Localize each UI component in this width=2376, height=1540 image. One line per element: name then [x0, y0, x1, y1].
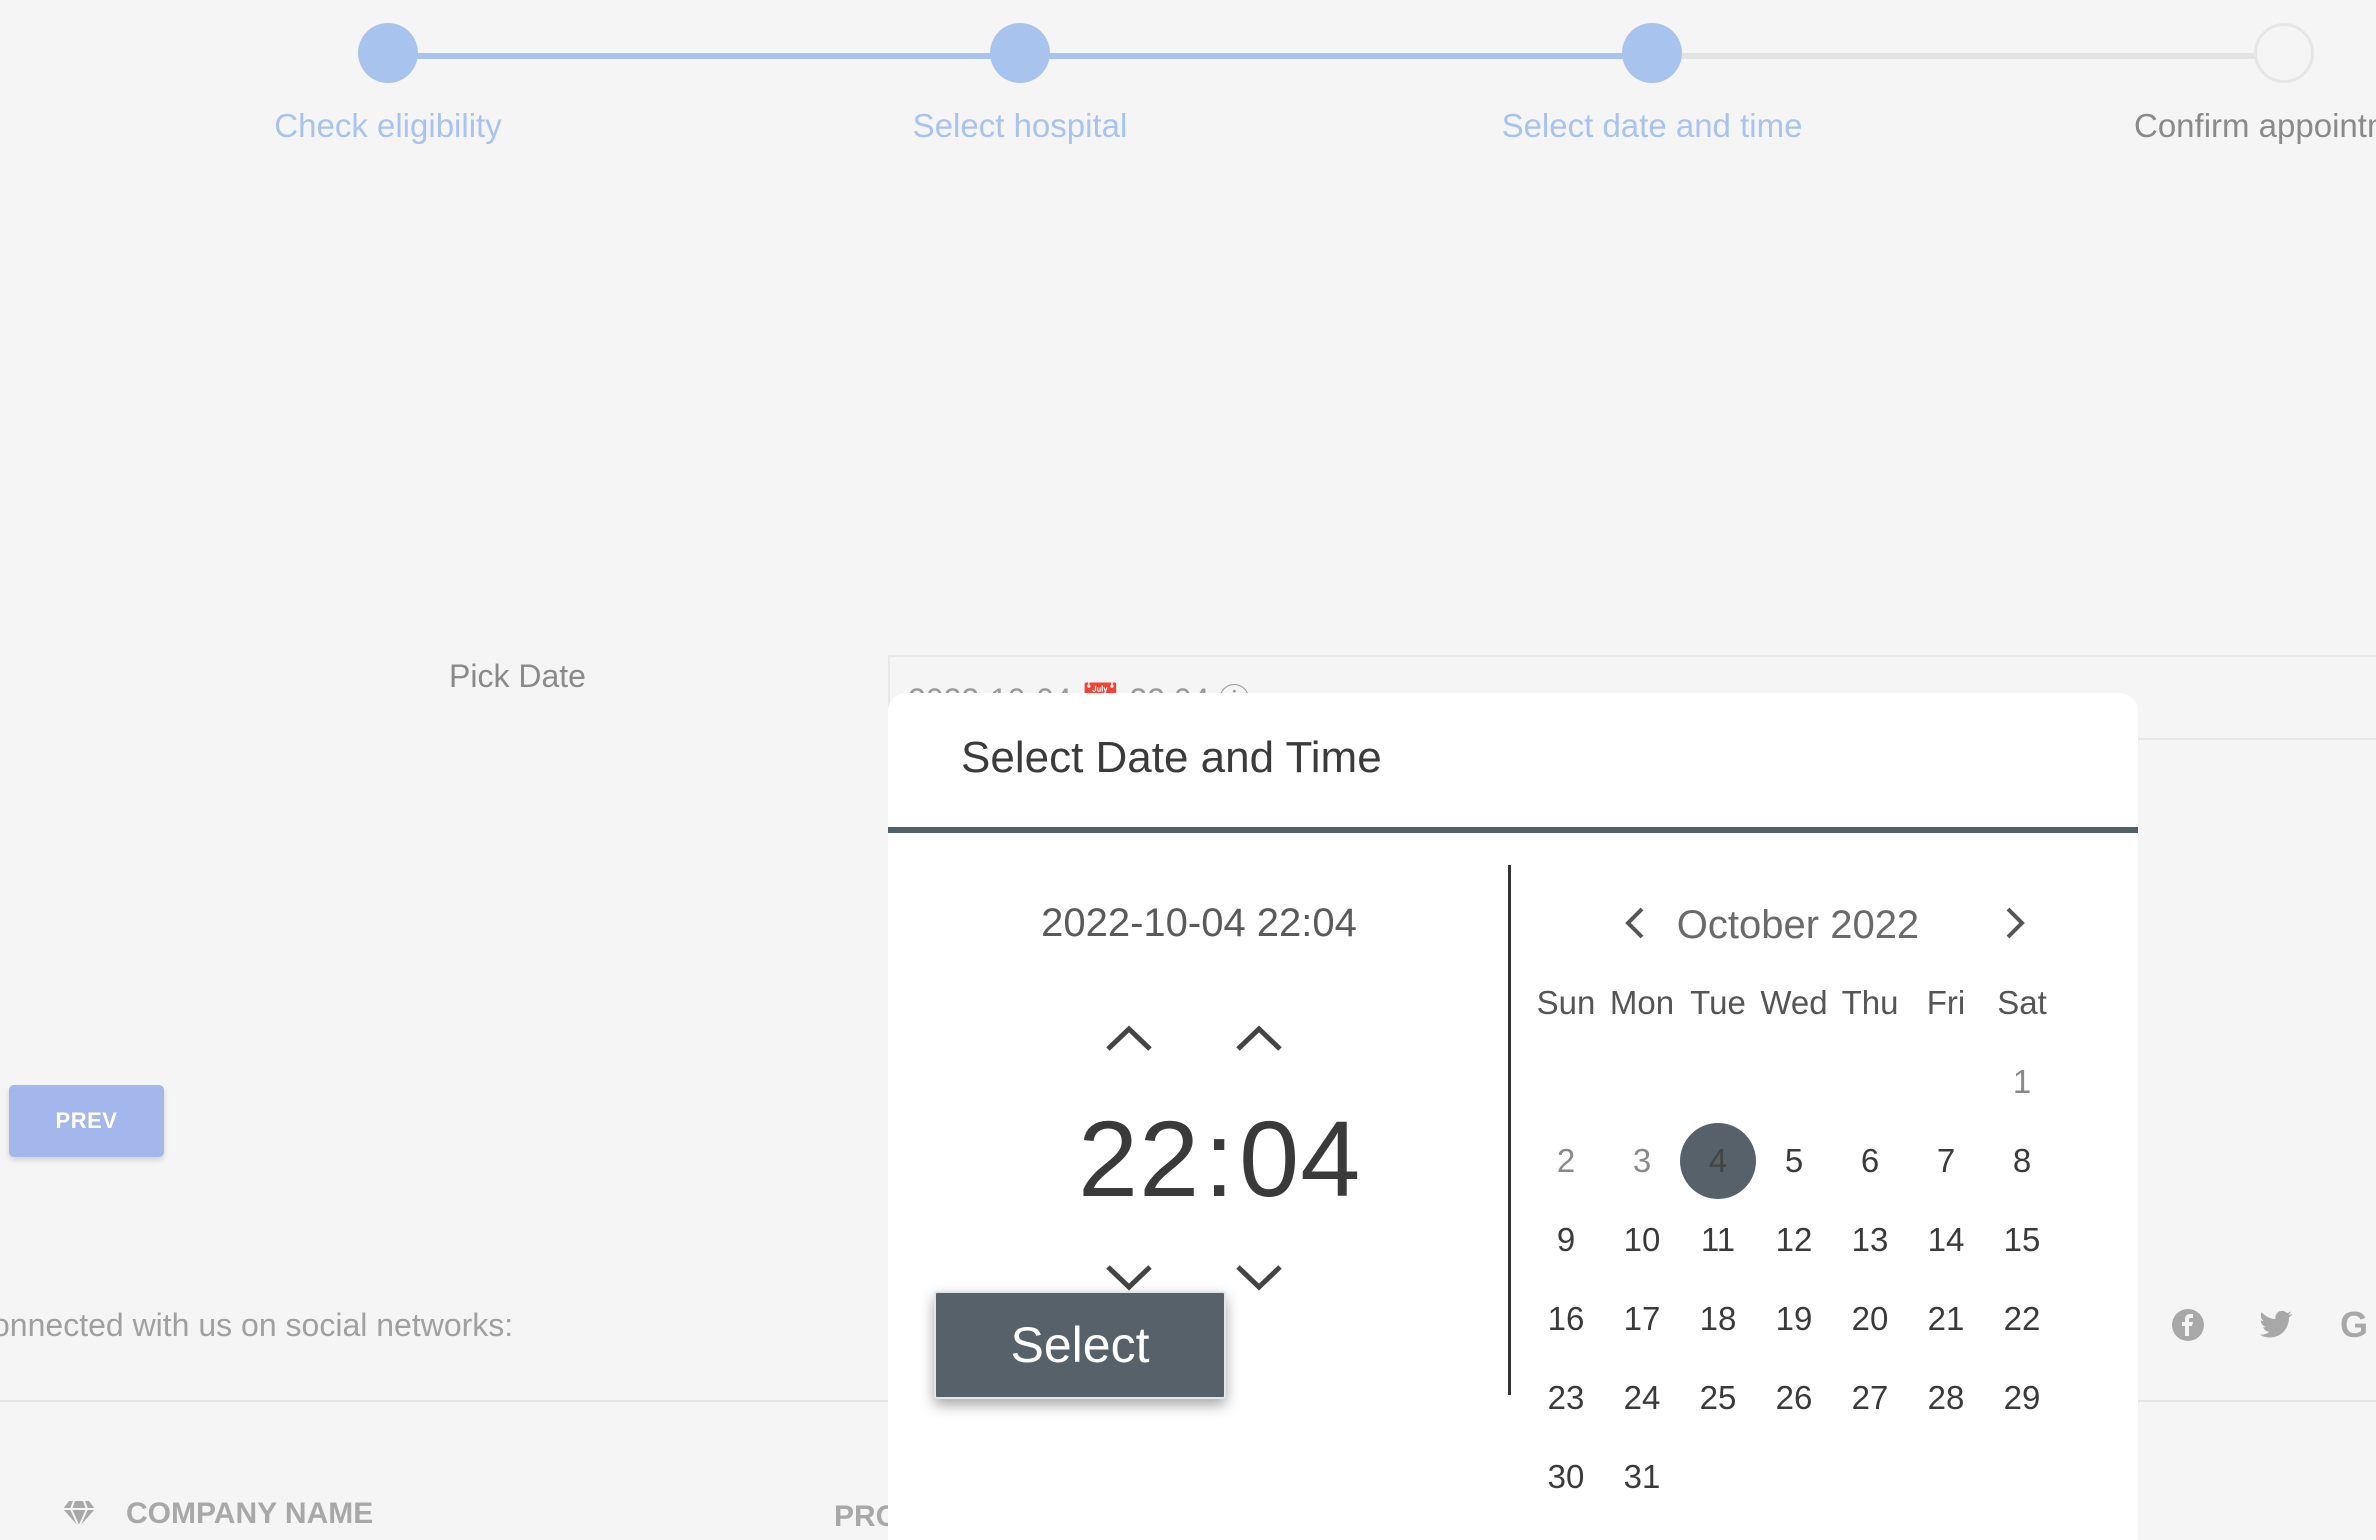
calendar-blank: [1908, 1042, 1984, 1121]
weekday-header: Sun: [1536, 983, 1596, 1021]
chevron-left-icon: [1625, 907, 1644, 939]
next-month-button[interactable]: [1996, 903, 2036, 943]
calendar-day[interactable]: 8: [1984, 1121, 2060, 1200]
time-display: 22 : 04: [1078, 1096, 1361, 1221]
calendar-day[interactable]: 27: [1832, 1358, 1908, 1437]
calendar-day[interactable]: 20: [1832, 1279, 1908, 1358]
calendar-blank: [1604, 1042, 1680, 1121]
weekday-header: Wed: [1760, 983, 1828, 1021]
modal-header-rule: [888, 827, 2138, 833]
step-connector-1: [388, 53, 1020, 59]
step-dot-confirm-appointment[interactable]: [2254, 23, 2314, 83]
selected-day-label: 4: [1680, 1122, 1756, 1199]
minute-down-button[interactable]: [1232, 1258, 1286, 1298]
minute-up-button[interactable]: [1232, 1018, 1286, 1058]
time-separator: :: [1204, 1098, 1236, 1219]
chevron-up-icon: [1236, 1025, 1282, 1051]
page: Check eligibility Select hospital Select…: [0, 0, 2376, 1540]
calendar-day[interactable]: 24: [1604, 1358, 1680, 1437]
current-datetime: 2022-10-04 22:04: [1041, 901, 1357, 945]
calendar-day[interactable]: 18: [1680, 1279, 1756, 1358]
twitter-icon[interactable]: [2256, 1305, 2296, 1345]
weekday-header: Thu: [1841, 983, 1899, 1021]
weekday-header: Tue: [1690, 983, 1746, 1021]
minute-value[interactable]: 04: [1239, 1096, 1361, 1221]
modal-title: Select Date and Time: [961, 733, 1382, 782]
calendar-day[interactable]: 31: [1604, 1437, 1680, 1516]
calendar-day-selected[interactable]: 4: [1680, 1121, 1756, 1200]
calendar-day[interactable]: 17: [1604, 1279, 1680, 1358]
step-label-select-date-time[interactable]: Select date and time: [1502, 107, 1803, 145]
step-dot-select-hospital[interactable]: [990, 23, 1050, 83]
pick-date-label: Pick Date: [449, 658, 586, 694]
calendar-day[interactable]: 14: [1908, 1200, 1984, 1279]
facebook-icon[interactable]: [2168, 1305, 2208, 1345]
calendar-day[interactable]: 1: [1984, 1042, 2060, 1121]
step-connector-3: [1652, 53, 2284, 59]
calendar-day[interactable]: 25: [1680, 1358, 1756, 1437]
calendar-blank: [1528, 1042, 1604, 1121]
calendar-day[interactable]: 3: [1604, 1121, 1680, 1200]
chevron-up-icon: [1106, 1025, 1152, 1051]
calendar-month-label: October 2022: [1676, 903, 1920, 947]
step-dot-select-date-time[interactable]: [1622, 23, 1682, 83]
calendar-day[interactable]: 30: [1528, 1437, 1604, 1516]
weekday-header: Fri: [1926, 983, 1966, 1021]
chevron-down-icon: [1236, 1265, 1282, 1291]
calendar-day[interactable]: 29: [1984, 1358, 2060, 1437]
calendar-blank: [1832, 1042, 1908, 1121]
calendar-day[interactable]: 23: [1528, 1358, 1604, 1437]
calendar-day[interactable]: 28: [1908, 1358, 1984, 1437]
company-name: COMPANY NAME: [126, 1497, 374, 1530]
calendar-day[interactable]: 12: [1756, 1200, 1832, 1279]
calendar-day[interactable]: 19: [1756, 1279, 1832, 1358]
hour-value[interactable]: 22: [1078, 1096, 1200, 1221]
calendar-day[interactable]: 13: [1832, 1200, 1908, 1279]
calendar-day[interactable]: 16: [1528, 1279, 1604, 1358]
calendar-day[interactable]: 15: [1984, 1200, 2060, 1279]
calendar-day[interactable]: 7: [1908, 1121, 1984, 1200]
weekday-header: Mon: [1609, 983, 1675, 1021]
calendar-day[interactable]: 22: [1984, 1279, 2060, 1358]
calendar-day[interactable]: 21: [1908, 1279, 1984, 1358]
chevron-down-icon: [1106, 1265, 1152, 1291]
prev-button[interactable]: PREV: [9, 1085, 164, 1157]
step-connector-2: [1020, 53, 1652, 59]
google-icon[interactable]: G: [2340, 1304, 2376, 1345]
step-dot-check-eligibility[interactable]: [358, 23, 418, 83]
step-label-check-eligibility[interactable]: Check eligibility: [274, 107, 501, 145]
modal-vertical-separator: [1508, 865, 1511, 1395]
chevron-right-icon: [2006, 907, 2025, 939]
company-block: COMPANY NAME: [62, 1497, 373, 1531]
calendar-day[interactable]: 10: [1604, 1200, 1680, 1279]
calendar-blank: [1756, 1042, 1832, 1121]
step-label-confirm-appointment[interactable]: Confirm appointm: [2134, 107, 2376, 145]
calendar-day[interactable]: 11: [1680, 1200, 1756, 1279]
hour-up-button[interactable]: [1102, 1018, 1156, 1058]
step-label-select-hospital[interactable]: Select hospital: [913, 107, 1128, 145]
weekday-header: Sat: [1997, 983, 2047, 1021]
gem-icon: [63, 1500, 95, 1529]
calendar-day[interactable]: 2: [1528, 1121, 1604, 1200]
select-button[interactable]: Select: [934, 1291, 1226, 1399]
social-networks-text: onnected with us on social networks:: [0, 1307, 514, 1343]
calendar-day[interactable]: 26: [1756, 1358, 1832, 1437]
calendar-blank: [1680, 1042, 1756, 1121]
calendar-day[interactable]: 5: [1756, 1121, 1832, 1200]
calendar-grid: Sun Mon Tue Wed Thu Fri Sat 1 2 3 4 5 6 7 8 9 10 11 12 13 14…: [1528, 963, 2060, 1516]
calendar-day[interactable]: 9: [1528, 1200, 1604, 1279]
calendar-day[interactable]: 6: [1832, 1121, 1908, 1200]
date-time-picker-modal: Select Date and Time 2022-10-04 22:04 22…: [888, 693, 2138, 1540]
